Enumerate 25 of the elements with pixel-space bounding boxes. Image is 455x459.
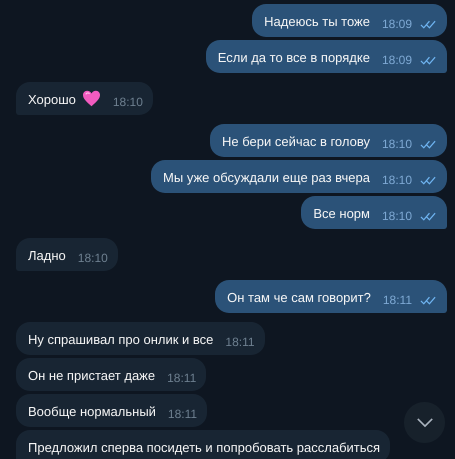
message-text: Он не пристает даже (28, 367, 156, 385)
message-time: 18:11 (168, 407, 198, 421)
message-time: 18:09 (382, 17, 412, 31)
message-time: 18:10 (382, 173, 412, 187)
message-text: Он там че сам говорит? (227, 289, 371, 307)
message-text: Ладно (28, 247, 66, 265)
message-text: Предложил сперва посидеть и попробовать расслабиться (28, 439, 380, 457)
message-text: Мы уже обсуждали еще раз вчера (163, 169, 370, 187)
message-text: Хорошо (28, 91, 76, 109)
message-time: 18:11 (382, 293, 412, 307)
message-text: Надеюсь ты тоже (264, 13, 370, 31)
message-time: 18:10 (382, 209, 412, 223)
message-text: Все норм (313, 205, 370, 223)
message-time: 18:10 (78, 251, 108, 265)
message-text: Если да то все в порядке (218, 49, 370, 67)
scroll-down-button[interactable] (404, 402, 445, 443)
message-time: 18:11 (167, 371, 196, 385)
message-text: Ну спрашивал про онлик и все (28, 331, 214, 349)
message-time: 18:10 (382, 137, 412, 151)
message-text: Вообще нормальный (28, 403, 156, 421)
message-text: Не бери сейчас в голову (222, 133, 370, 151)
message-time: 18:09 (382, 53, 412, 67)
message-time: 18:11 (225, 335, 255, 349)
chevron-down-icon (416, 417, 434, 428)
message-time: 18:10 (112, 95, 143, 109)
